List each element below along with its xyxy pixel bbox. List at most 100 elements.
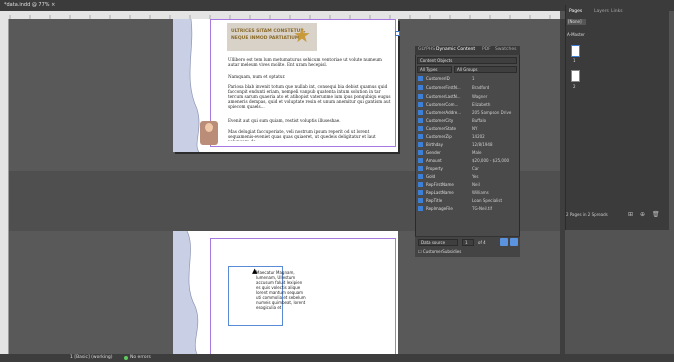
tab-glyphs[interactable]: GLYPHS — [418, 47, 435, 52]
body-paragraph-5[interactable]: Mas delugiat faccuperiate, veli nostrum … — [228, 129, 394, 141]
vertical-ruler[interactable] — [0, 19, 9, 354]
field-row[interactable]: Gold Yes — [418, 173, 518, 180]
tab-pages[interactable]: Pages — [569, 9, 582, 14]
field-icon — [418, 158, 423, 163]
field-row[interactable]: RepFirstName Neil — [418, 181, 518, 188]
field-value: 12/8/1948 — [472, 142, 493, 147]
tab-layers[interactable]: Layers — [594, 9, 609, 14]
data-source-select[interactable]: Data source — [418, 239, 458, 246]
preflight-status-label[interactable]: No errors — [130, 355, 151, 360]
record-number-input[interactable]: 1 — [462, 239, 474, 246]
field-name: CustomerID — [426, 76, 450, 81]
field-name: Gender — [426, 150, 441, 155]
field-row[interactable]: CustomerState NY — [418, 125, 518, 132]
field-value: 14202 — [472, 134, 485, 139]
field-icon — [418, 174, 423, 179]
body-paragraph-2[interactable]: Namquam, num et optatur. — [228, 74, 394, 79]
field-value: NY — [472, 126, 478, 131]
field-row[interactable]: CustomerLastN... Wagner — [418, 93, 518, 100]
field-name: Gold — [426, 174, 436, 179]
page-thumbnail-2[interactable] — [571, 70, 580, 82]
page-number-field[interactable]: 1 [Basic] (working) — [70, 355, 113, 360]
subsidies-checkbox-label: CustomerSubsidies — [422, 249, 462, 254]
star-icon: ★ — [293, 23, 311, 47]
tab-swatches[interactable]: Swatches — [495, 47, 517, 52]
field-row[interactable]: CustomerAddre... 205 Sampson Drive — [418, 109, 518, 116]
field-row[interactable]: CustomerCom... Elizabeth — [418, 101, 518, 108]
insert-button[interactable] — [510, 238, 518, 246]
all-types-select[interactable]: All Types — [417, 66, 452, 73]
field-name: Property — [426, 166, 443, 171]
field-name: CustomerState — [426, 126, 457, 131]
banner-line-2: NEQUE INMOD PARTIATIUM. — [231, 36, 302, 41]
field-row[interactable]: Amount $20,000 - $25,000 — [418, 157, 518, 164]
body-paragraph-3[interactable]: Pariosa blab invenit totum que nullab in… — [228, 84, 394, 114]
page-number-value: 1 — [70, 355, 73, 360]
frame-text-content[interactable]: Maecatur Magnam, lumenam, Ullestum accus… — [256, 270, 306, 310]
field-value: Loan Specialist — [472, 198, 503, 203]
field-value: Elizabeth — [472, 102, 491, 107]
field-icon — [418, 182, 423, 187]
field-value: Williams — [472, 190, 489, 195]
tab-links[interactable]: Links — [611, 9, 623, 14]
field-value: Male — [472, 150, 482, 155]
style-label: [Basic] (working) — [74, 355, 113, 360]
field-icon — [418, 126, 423, 131]
refresh-button[interactable] — [500, 238, 508, 246]
field-row[interactable]: RepTitle Loan Specialist — [418, 197, 518, 204]
page-number-1: 1 — [573, 58, 576, 63]
field-row[interactable]: CustomerFirstN... Bradford — [418, 84, 518, 91]
field-row[interactable]: Property Car — [418, 165, 518, 172]
field-name: CustomerCom... — [426, 102, 459, 107]
field-value: Car — [472, 166, 479, 171]
field-row[interactable]: RepLastName Williams — [418, 189, 518, 196]
ruler-ticks — [9, 15, 551, 19]
new-page-icon[interactable]: ⊕ — [640, 211, 645, 218]
field-icon — [418, 134, 423, 139]
field-name: RepTitle — [426, 198, 443, 203]
body-paragraph-4[interactable]: Evenit aut qui sum quiam, restist volupt… — [228, 118, 394, 123]
field-name: RepFirstName — [426, 182, 454, 187]
field-name: CustomerZip — [426, 134, 452, 139]
trash-icon[interactable]: 🗑 — [652, 211, 660, 218]
a-master-item[interactable]: A-Master — [567, 32, 585, 37]
field-icon — [418, 110, 423, 115]
frame-handle[interactable] — [395, 31, 400, 36]
field-row[interactable]: CustomerZip 14202 — [418, 133, 518, 140]
field-value: Bradford — [472, 85, 490, 90]
field-icon — [418, 206, 423, 211]
page-thumbnail-1[interactable] — [571, 45, 580, 57]
field-value: Wagner — [472, 94, 488, 99]
field-icon — [418, 94, 423, 99]
page-size-icon[interactable]: ⊞ — [628, 211, 633, 218]
field-value: 205 Sampson Drive — [472, 110, 512, 115]
none-master-item[interactable]: [None] — [567, 19, 586, 25]
field-icon — [418, 166, 423, 171]
document-tab-title[interactable]: *data.indd @ 77% × — [4, 2, 55, 8]
all-groups-select[interactable]: All Groups — [454, 66, 517, 73]
field-name: CustomerAddre... — [426, 110, 462, 115]
field-row[interactable]: Gender Male — [418, 149, 518, 156]
page-number-2: 2 — [573, 84, 576, 89]
field-name: Birthday — [426, 142, 443, 147]
field-row[interactable]: Birthday 12/8/1948 — [418, 141, 518, 148]
field-icon — [418, 118, 423, 123]
rep-photo-face — [205, 123, 213, 132]
field-icon — [418, 150, 423, 155]
content-objects-select[interactable]: Content Objects — [417, 57, 517, 64]
field-row[interactable]: RepImageFile TG-Neil.tif — [418, 205, 518, 212]
page2-curve-graphic — [173, 231, 199, 354]
preflight-status-icon — [124, 356, 128, 360]
field-name: CustomerLastN... — [426, 94, 461, 99]
field-row[interactable]: CustomerID 1 — [418, 75, 518, 82]
field-icon — [418, 190, 423, 195]
field-name: RepImageFile — [426, 206, 453, 211]
field-icon — [418, 85, 423, 90]
tab-dynamic-content[interactable]: Dynamic Content — [436, 47, 475, 52]
field-icon — [418, 102, 423, 107]
body-paragraph-1[interactable]: Ullibero est tem lum metumaturus sehicum… — [228, 57, 394, 67]
field-row[interactable]: CustomerCity Buffalo — [418, 117, 518, 124]
field-icon — [418, 142, 423, 147]
subsidies-checkbox[interactable]: ☐ CustomerSubsidies — [418, 249, 461, 254]
tab-pdf[interactable]: PDF — [482, 47, 491, 52]
